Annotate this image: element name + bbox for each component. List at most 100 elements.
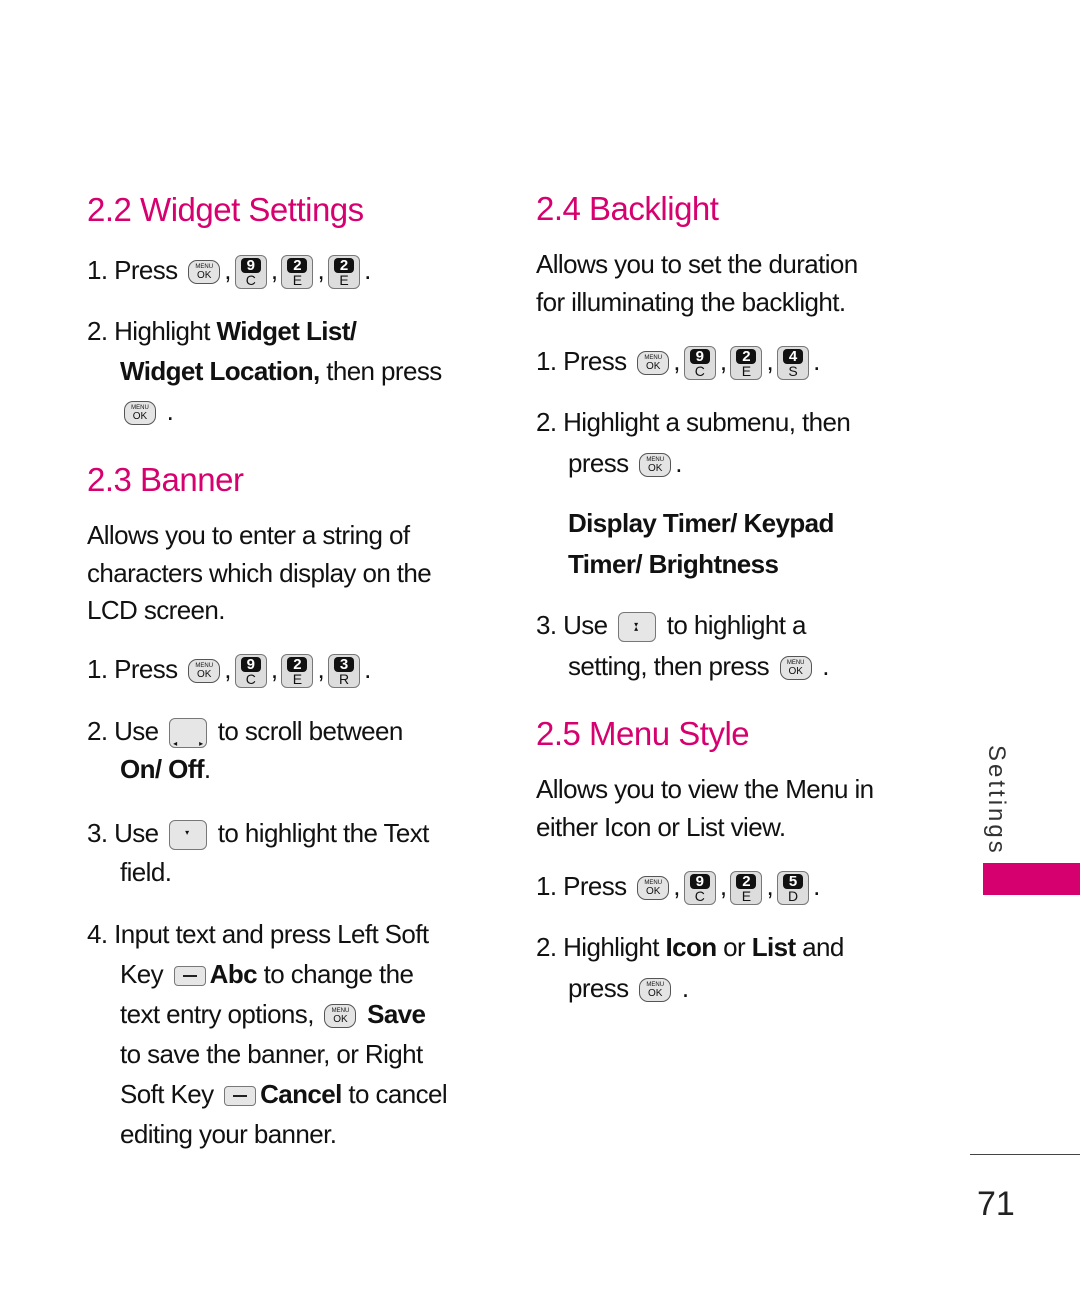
text-line: 2. Highlight Widget List/ [87, 315, 357, 347]
text-line: 2. Use ◂ ▸ to scroll between [87, 715, 403, 749]
text: . [813, 871, 820, 901]
number-key-icon: 2E [730, 871, 763, 906]
number-key-icon: 2E [281, 255, 314, 290]
text: , [317, 654, 325, 684]
text: field. [120, 857, 172, 887]
key-letter: C [694, 363, 705, 380]
key-letter: S [788, 363, 798, 380]
text: . [160, 396, 174, 426]
text: , [766, 871, 774, 901]
text-line: press MENU OK. [568, 447, 682, 479]
text: . [364, 255, 371, 285]
bold-text: On/ Off [120, 754, 205, 784]
text-line: 1. Press MENU OK, 9 C, 2 E, 2 E. [87, 254, 371, 290]
text-line: editing your banner. [120, 1118, 337, 1150]
key-digit: 2 [736, 874, 757, 890]
text: LCD screen. [87, 595, 226, 625]
menu-ok-key-icon: MENU OK [324, 1004, 357, 1029]
text-line: Display Timer/ Keypad [568, 507, 834, 539]
key-letter: E [339, 272, 349, 289]
key-digit: 2 [736, 349, 757, 365]
text: . [675, 448, 682, 478]
key-label: OK [645, 886, 661, 898]
nav-down-key-icon: ▾ [169, 820, 208, 851]
key-letter: C [245, 671, 256, 688]
number-key-icon: 9C [234, 255, 267, 290]
text-line: 1. Press MENU OK, 9 C, 2 E, 3 R. [87, 653, 371, 689]
text: press [568, 973, 636, 1003]
key-label: OK [132, 411, 148, 423]
text: either Icon or List view. [536, 812, 786, 842]
text: . [675, 973, 689, 1003]
nav-up-down-key-icon: ▴ ▾ [618, 612, 657, 643]
section-heading: 2.2 Widget Settings [87, 191, 364, 228]
text-line: 1. Press MENU OK, 9 C, 2 E, 5 D. [536, 870, 820, 906]
text-line: either Icon or List view. [536, 811, 786, 843]
key-letter: C [694, 888, 705, 905]
text-line: Allows you to enter a string of [87, 519, 410, 551]
text: Key [120, 959, 170, 989]
section-heading: 2.4 Backlight [536, 190, 719, 227]
bold-text: Icon [665, 932, 718, 962]
text: for illuminating the backlight. [536, 287, 846, 317]
key-digit: 5 [783, 874, 804, 890]
text-line: setting, then press MENU OK . [568, 650, 830, 682]
number-key-icon: 9C [234, 654, 267, 689]
number-key-icon: 2E [281, 654, 314, 689]
key-letter: E [292, 272, 303, 289]
section-heading: 2.3 Banner [87, 461, 244, 498]
text: Soft Key [120, 1079, 221, 1109]
key-label: OK [647, 988, 663, 1000]
number-key-icon: 9C [683, 346, 716, 381]
bold-text: Widget Location, [120, 356, 320, 386]
text-line: Widget Location, then press [120, 355, 442, 387]
text: . [203, 754, 211, 784]
key-letter: R [339, 671, 350, 688]
text-line: Key Abc to change the [120, 958, 414, 990]
text: 1. Press [536, 346, 634, 376]
bold-text: List [751, 932, 796, 962]
text-line: press MENU OK . [568, 972, 689, 1004]
bold-text: Cancel [260, 1079, 342, 1109]
text-line: characters which display on the [87, 557, 432, 589]
page-number: 71 [977, 1185, 1015, 1223]
text-line: On/ Off. [120, 753, 211, 785]
text: , [317, 255, 325, 285]
key-digit: 2 [334, 258, 355, 274]
key-letter: C [245, 272, 256, 289]
menu-ok-key-icon: MENU OK [188, 659, 221, 684]
text-line: field. [120, 856, 172, 888]
text-line: 3. Use ▾ to highlight the Text [87, 817, 430, 851]
text: . [813, 346, 820, 376]
text: to highlight the Text [211, 818, 430, 848]
bold-text: Display Timer/ Keypad [568, 508, 834, 538]
section-heading: 2.5 Menu Style [536, 715, 750, 752]
number-key-icon: 2E [730, 346, 763, 381]
text: , [673, 871, 680, 901]
text: 3. Use [87, 818, 166, 848]
text-line: 3. Use ▴ ▾ to highlight a [536, 609, 806, 643]
bold-text: Widget List/ [216, 316, 357, 346]
key-label: OK [645, 361, 661, 373]
text: 2. Highlight a submenu, then [536, 407, 851, 437]
number-key-icon: 4S [777, 346, 810, 381]
text: , [719, 871, 727, 901]
menu-ok-key-icon: MENU OK [639, 453, 672, 478]
number-key-icon: 3R [328, 654, 361, 689]
soft-key-icon [224, 1086, 257, 1107]
text: , [224, 654, 231, 684]
menu-ok-key-icon: MENU OK [779, 656, 812, 681]
number-key-icon: 9C [683, 871, 716, 906]
divider [970, 1154, 1080, 1155]
menu-ok-key-icon: MENU OK [637, 876, 670, 901]
text: to change the [256, 959, 414, 989]
bold-text: Save [360, 999, 426, 1029]
text-line: 2. Highlight a submenu, then [536, 406, 851, 438]
key-digit: 9 [689, 874, 710, 890]
key-letter: E [741, 363, 752, 380]
text: 1. Press [87, 654, 185, 684]
text: Allows you to set the duration [536, 249, 858, 279]
text: 2. Use [87, 716, 166, 746]
text: or [716, 932, 752, 962]
soft-key-icon [173, 966, 206, 987]
